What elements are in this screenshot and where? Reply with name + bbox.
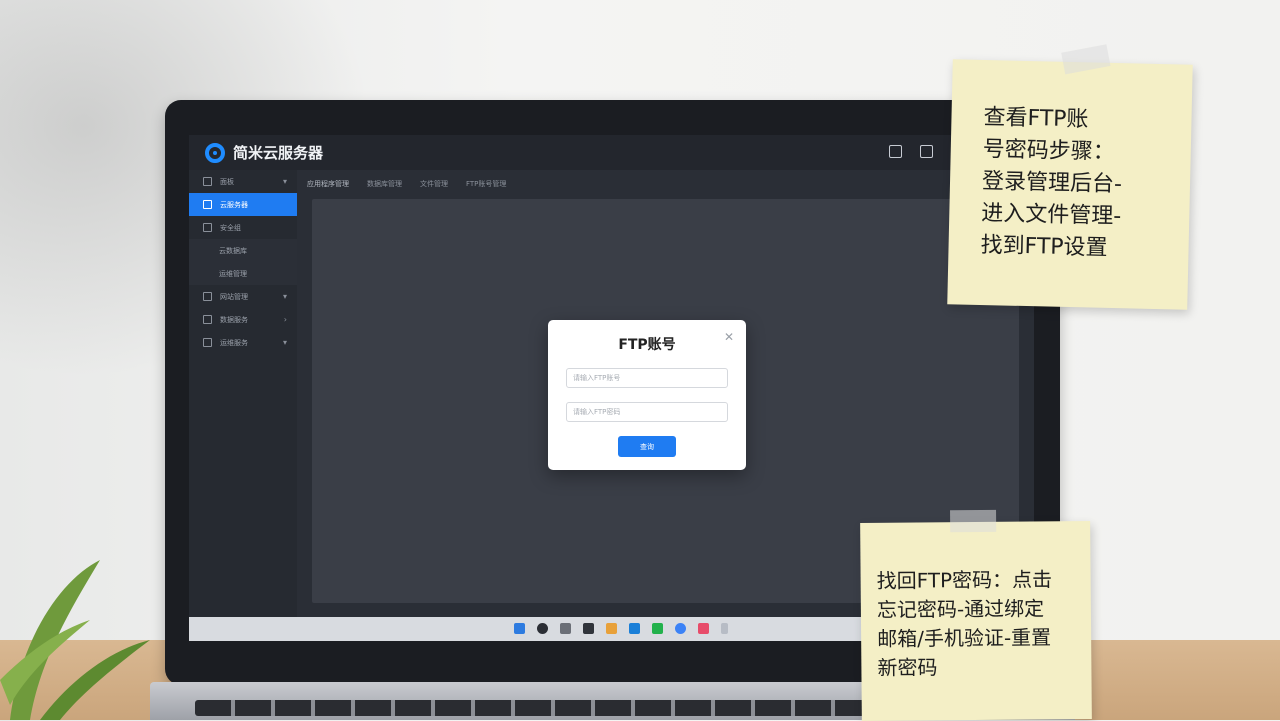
sidebar-item-ops-service[interactable]: 运维服务 ▾ — [189, 331, 297, 354]
sidebar-item-label: 安全组 — [220, 223, 241, 232]
taskbar-icons — [514, 623, 728, 634]
tape — [1061, 44, 1111, 75]
top-bar: 简米云服务器 — [189, 135, 1034, 170]
chevron-down-icon: ▾ — [282, 177, 287, 186]
sidebar-item-label: 网站管理 — [220, 292, 248, 301]
sidebar-item-label: 云数据库 — [219, 246, 247, 255]
sidebar-item-cloud-server[interactable]: 云服务器 — [189, 193, 297, 216]
chevron-up-icon[interactable] — [721, 623, 728, 634]
sidebar-item-website[interactable]: 网站管理 ▾ — [189, 285, 297, 308]
sidebar-subitem-database[interactable]: 云数据库 — [189, 239, 297, 262]
chevron-right-icon: › — [283, 315, 287, 324]
shield-icon — [203, 223, 212, 232]
home-icon — [203, 177, 212, 186]
app-icon[interactable] — [698, 623, 709, 634]
ftp-password-input[interactable] — [566, 402, 728, 422]
task-view-icon[interactable] — [560, 623, 571, 634]
sidebar-item-label: 运维管理 — [219, 269, 247, 278]
window-icon[interactable] — [920, 145, 933, 158]
app-title: 简米云服务器 — [233, 144, 324, 162]
sidebar-item-security-group[interactable]: 安全组 — [189, 216, 297, 239]
sidebar-item-label: 数据服务 — [220, 315, 248, 324]
terminal-icon[interactable] — [583, 623, 594, 634]
sticky-note-recover: 找回FTP密码：点击 忘记密码-通过绑定 邮箱/手机验证-重置 新密码 — [860, 509, 1092, 721]
ftp-account-dialog: FTP账号 ✕ 查询 — [548, 320, 746, 470]
sidebar: 面板 ▾ 云服务器 安全组 云数据库 运维管理 网站管理 ▾ 数据服务 › 运维… — [189, 170, 297, 641]
ftp-username-input[interactable] — [566, 368, 728, 388]
chevron-down-icon: ▾ — [282, 292, 287, 301]
tab-ftp-management[interactable]: FTP账号管理 — [466, 179, 506, 189]
plant-leaves — [0, 560, 150, 720]
server-icon — [203, 200, 212, 209]
sidebar-item-label: 运维服务 — [220, 338, 248, 347]
sidebar-subitem-ops[interactable]: 运维管理 — [189, 262, 297, 285]
brand[interactable]: 简米云服务器 — [205, 142, 323, 163]
search-icon[interactable] — [537, 623, 548, 634]
browser-icon[interactable] — [629, 623, 640, 634]
tab-database-management[interactable]: 数据库管理 — [367, 179, 402, 189]
edge-icon[interactable] — [675, 623, 686, 634]
close-icon[interactable]: ✕ — [724, 330, 734, 344]
tools-icon — [203, 338, 212, 347]
sticky-note-text: 找回FTP密码：点击 忘记密码-通过绑定 邮箱/手机验证-重置 新密码 — [876, 567, 1053, 680]
sidebar-item-data-service[interactable]: 数据服务 › — [189, 308, 297, 331]
folder-icon[interactable] — [606, 623, 617, 634]
chevron-down-icon: ▾ — [282, 338, 287, 347]
cloud-logo-icon — [205, 142, 225, 163]
sticky-note-text: 查看FTP账 号密码步骤： 登录管理后台- 进入文件管理- 找到FTP设置 — [980, 105, 1123, 261]
chat-icon[interactable] — [652, 623, 663, 634]
globe-icon — [203, 292, 212, 301]
dialog-title: FTP账号 — [618, 337, 676, 353]
query-button[interactable]: 查询 — [618, 436, 676, 457]
sidebar-item-label: 面板 — [220, 177, 234, 186]
tab-file-management[interactable]: 文件管理 — [420, 179, 448, 189]
database-icon — [203, 315, 212, 324]
sticky-note-steps: 查看FTP账 号密码步骤： 登录管理后台- 进入文件管理- 找到FTP设置 — [947, 44, 1193, 310]
help-icon[interactable] — [889, 145, 902, 158]
tape — [950, 509, 997, 533]
start-icon[interactable] — [514, 623, 525, 634]
tab-bar: 应用程序管理 数据库管理 文件管理 FTP账号管理 — [307, 170, 506, 198]
sidebar-item-dashboard[interactable]: 面板 ▾ — [189, 170, 297, 193]
tab-app-management[interactable]: 应用程序管理 — [307, 179, 349, 189]
sidebar-item-label: 云服务器 — [220, 200, 248, 209]
